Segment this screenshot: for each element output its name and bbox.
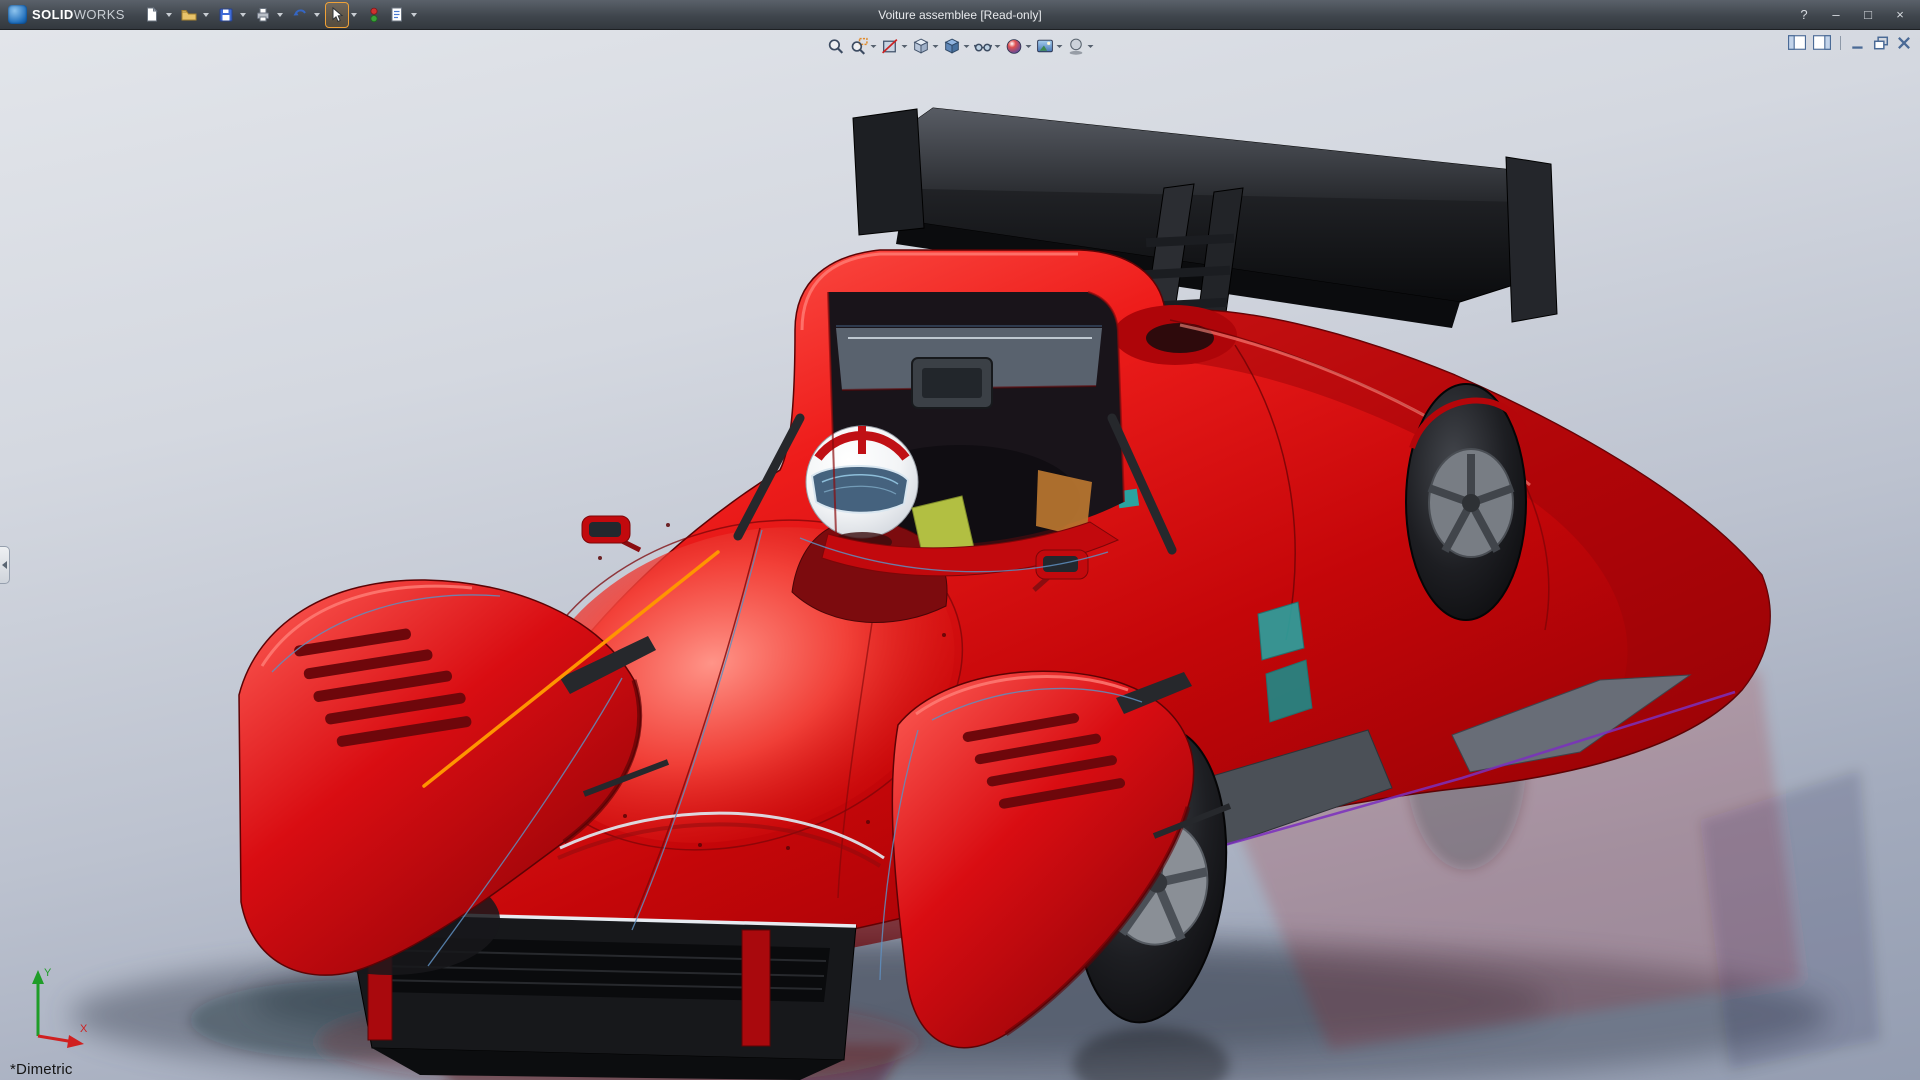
title-bar: SOLIDWORKS: [0, 0, 1920, 30]
view-orientation-label: *Dimetric: [10, 1061, 73, 1078]
feature-manager-pane-toggle[interactable]: [1788, 35, 1806, 50]
brand-text: SOLIDWORKS: [32, 6, 125, 24]
undo-dropdown-caret[interactable]: [314, 13, 320, 17]
chevron-left-icon: [2, 561, 7, 569]
reference-triad: X Y: [14, 962, 98, 1052]
separator: [1840, 36, 1841, 50]
graphics-viewport[interactable]: X Y *Dimetric: [0, 30, 1920, 1080]
scene-icon: [1036, 37, 1055, 56]
print-dropdown-caret[interactable]: [277, 13, 283, 17]
zoom-to-area-icon: [850, 37, 869, 56]
edit-appearance-button[interactable]: [1004, 36, 1033, 57]
open-button[interactable]: [178, 3, 200, 27]
display-style-button[interactable]: [942, 36, 971, 57]
document-window-controls: [1788, 35, 1912, 50]
close-button[interactable]: ×: [1892, 8, 1908, 21]
open-dropdown-caret[interactable]: [203, 13, 209, 17]
rebuild-stoplight-icon: [365, 6, 383, 24]
minimize-button[interactable]: –: [1828, 8, 1844, 21]
brand-works-text: WORKS: [74, 7, 125, 22]
orientation-dropdown-caret[interactable]: [933, 45, 939, 48]
brand-solid-text: SOLID: [32, 7, 74, 22]
select-cursor-icon: [328, 6, 346, 24]
save-disk-icon: [217, 6, 235, 24]
view-settings-sphere-icon: [1067, 37, 1086, 56]
window-title: Voiture assemblee [Read-only]: [878, 8, 1041, 22]
y-axis-arrow: [32, 970, 44, 984]
minimize-document-button[interactable]: [1850, 36, 1866, 50]
new-dropdown-caret[interactable]: [166, 13, 172, 17]
help-button[interactable]: ?: [1796, 8, 1812, 21]
print-button[interactable]: [252, 3, 274, 27]
y-axis-label: Y: [44, 967, 52, 979]
hide-show-dropdown-caret[interactable]: [995, 45, 1001, 48]
feature-manager-collapsed-tab[interactable]: [0, 546, 10, 584]
open-folder-icon: [180, 6, 198, 24]
rebuild-button[interactable]: [363, 3, 385, 27]
print-icon: [254, 6, 272, 24]
section-view-button[interactable]: [880, 36, 909, 57]
hide-show-items-button[interactable]: [973, 36, 1002, 57]
undo-arrow-icon: [291, 6, 309, 24]
new-button[interactable]: [141, 3, 163, 27]
heads-up-view-toolbar: [820, 34, 1101, 59]
maximize-button[interactable]: □: [1860, 8, 1876, 21]
new-document-icon: [143, 6, 161, 24]
view-orientation-button[interactable]: [911, 36, 940, 57]
rear-right-wheel: [1406, 384, 1526, 620]
appearance-dropdown-caret[interactable]: [1026, 45, 1032, 48]
file-properties-icon: [388, 6, 406, 24]
display-style-dropdown-caret[interactable]: [964, 45, 970, 48]
view-orientation-cube-icon: [912, 37, 931, 56]
zoom-to-fit-icon: [827, 37, 846, 56]
view-settings-dropdown-caret[interactable]: [1088, 45, 1094, 48]
solidworks-window: SOLIDWORKS: [0, 0, 1920, 1080]
section-view-icon: [881, 37, 900, 56]
display-pane-toggle[interactable]: [1813, 35, 1831, 50]
appearance-ball-icon: [1005, 37, 1024, 56]
solidworks-brand: SOLIDWORKS: [0, 5, 141, 24]
scene-dropdown-caret[interactable]: [1057, 45, 1063, 48]
select-button[interactable]: [326, 3, 348, 27]
zoom-to-area-button[interactable]: [849, 36, 878, 57]
main-toolbar: [141, 3, 422, 27]
window-controls: ? – □ ×: [1796, 8, 1920, 21]
view-settings-button[interactable]: [1066, 36, 1095, 57]
save-button[interactable]: [215, 3, 237, 27]
dassault-logo-icon: [8, 5, 27, 24]
file-properties-button[interactable]: [386, 3, 408, 27]
x-axis-arrow: [67, 1035, 84, 1048]
close-document-button[interactable]: [1896, 36, 1912, 50]
undo-button[interactable]: [289, 3, 311, 27]
3d-scene[interactable]: [0, 30, 1920, 1080]
restore-document-button[interactable]: [1873, 36, 1889, 50]
save-dropdown-caret[interactable]: [240, 13, 246, 17]
apply-scene-button[interactable]: [1035, 36, 1064, 57]
x-axis-label: X: [80, 1023, 88, 1035]
zoom-dropdown-caret[interactable]: [871, 45, 877, 48]
section-dropdown-caret[interactable]: [902, 45, 908, 48]
display-style-cube-icon: [943, 37, 962, 56]
zoom-to-fit-button[interactable]: [826, 36, 847, 57]
options-dropdown-caret[interactable]: [411, 13, 417, 17]
glasses-icon: [974, 37, 993, 56]
select-dropdown-caret[interactable]: [351, 13, 357, 17]
